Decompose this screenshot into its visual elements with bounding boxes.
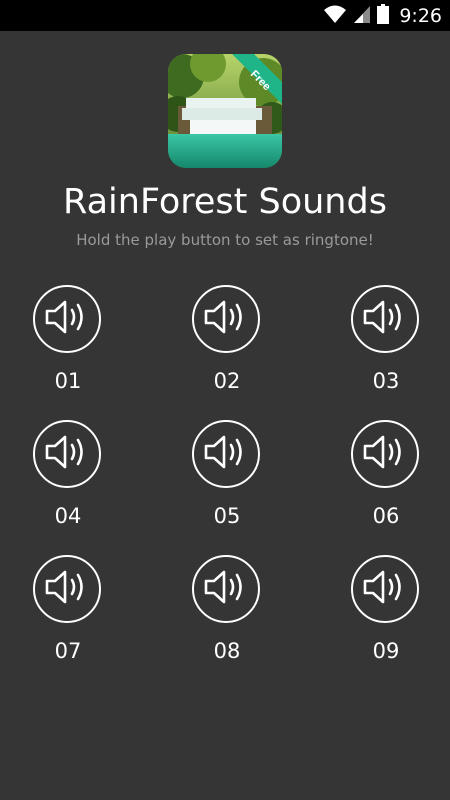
- play-button[interactable]: [351, 555, 419, 623]
- sound-label: 06: [372, 504, 400, 528]
- sound-label: 03: [372, 369, 400, 393]
- speaker-icon: [202, 297, 250, 341]
- speaker-icon: [43, 567, 91, 611]
- sound-label: 08: [213, 639, 241, 663]
- sound-item-01[interactable]: 01: [18, 285, 118, 405]
- sound-item-07[interactable]: 07: [18, 555, 118, 675]
- speaker-icon: [361, 297, 409, 341]
- sound-item-06[interactable]: 06: [336, 420, 436, 540]
- sound-label: 02: [213, 369, 241, 393]
- page-subtitle: Hold the play button to set as ringtone!: [76, 231, 374, 249]
- play-button[interactable]: [33, 420, 101, 488]
- status-bar: 9:26: [0, 0, 450, 31]
- sound-label: 01: [54, 369, 82, 393]
- sound-label: 04: [54, 504, 82, 528]
- speaker-icon: [43, 297, 91, 341]
- sound-label: 07: [54, 639, 82, 663]
- wifi-icon: [323, 4, 347, 28]
- play-button[interactable]: [192, 555, 260, 623]
- sound-label: 09: [372, 639, 400, 663]
- sound-item-05[interactable]: 05: [177, 420, 277, 540]
- page-title: RainForest Sounds: [63, 182, 387, 222]
- battery-icon: [377, 3, 390, 28]
- play-button[interactable]: [351, 285, 419, 353]
- sound-item-09[interactable]: 09: [336, 555, 436, 675]
- sound-item-08[interactable]: 08: [177, 555, 277, 675]
- speaker-icon: [43, 432, 91, 476]
- sound-item-04[interactable]: 04: [18, 420, 118, 540]
- play-button[interactable]: [192, 285, 260, 353]
- play-button[interactable]: [192, 420, 260, 488]
- play-button[interactable]: [33, 555, 101, 623]
- signal-icon: [353, 4, 371, 28]
- sound-item-03[interactable]: 03: [336, 285, 436, 405]
- status-icons: 9:26: [323, 0, 442, 31]
- status-time: 9:26: [399, 4, 442, 27]
- sound-label: 05: [213, 504, 241, 528]
- app-logo: Free: [168, 54, 282, 168]
- speaker-icon: [202, 432, 250, 476]
- speaker-icon: [361, 567, 409, 611]
- sound-item-02[interactable]: 02: [177, 285, 277, 405]
- play-button[interactable]: [351, 420, 419, 488]
- speaker-icon: [202, 567, 250, 611]
- play-button[interactable]: [33, 285, 101, 353]
- speaker-icon: [361, 432, 409, 476]
